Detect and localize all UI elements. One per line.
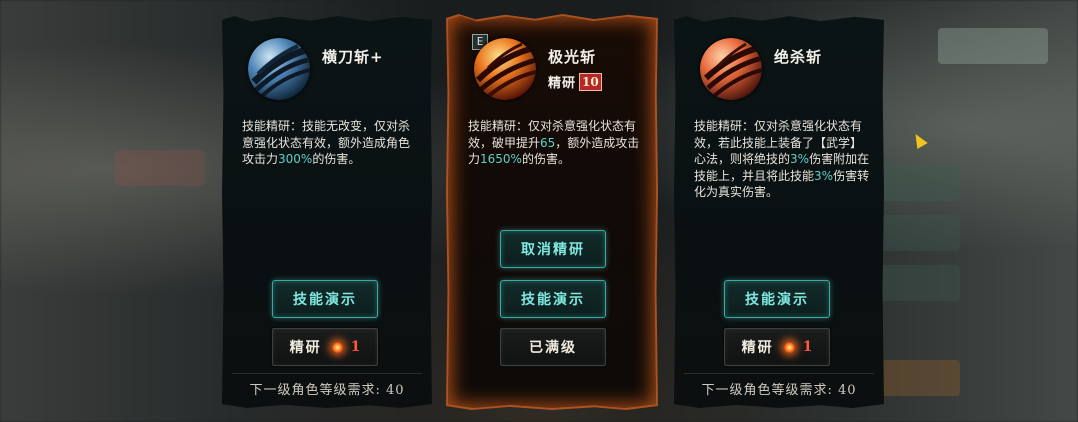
divider [232,373,422,374]
skill-name: 绝杀斩 [774,48,823,66]
skill-demo-button[interactable]: 技能演示 [272,280,378,318]
red-slash-skill-icon [700,38,762,100]
skill-demo-button[interactable]: 技能演示 [724,280,830,318]
background-panel [880,215,960,251]
background-panel [115,150,205,186]
refine-cost: 1 [802,339,813,355]
cancel-refine-button[interactable]: 取消精研 [500,230,606,268]
level-requirement: 下一级角色等级需求: 40 [701,383,857,398]
max-level-button: 已满级 [500,328,606,366]
skill-card-3[interactable]: 绝杀斩 技能精研：仅对杀意强化状态有效，若此技能上装备了【武学】心法，则将绝技的… [674,16,884,408]
background-panel [880,265,960,301]
refine-cost: 1 [350,339,361,355]
skill-description: 技能精研：技能无改变，仅对杀意强化状态有效，额外造成角色攻击力300%的伤害。 [242,119,411,166]
orange-fire-slash-skill-icon [474,38,536,100]
refine-button[interactable]: 精研 1 [724,328,830,366]
background-panel [880,360,960,396]
refine-orb-icon [331,341,343,353]
refine-level-badge: 10 [579,72,602,91]
skill-name: 横刀斩+ [322,48,384,66]
skill-card-2-selected[interactable]: E 极光斩 精研 10 技能精研：仅对杀意强化状态有效，破甲提升65，额外造成攻… [448,16,656,408]
skill-description: 技能精研：仅对杀意强化状态有效，若此技能上装备了【武学】心法，则将绝技的3%伤害… [694,119,870,199]
skill-demo-button[interactable]: 技能演示 [500,280,606,318]
skill-name: 极光斩 [548,48,597,66]
background-panel [880,165,960,201]
level-requirement: 下一级角色等级需求: 40 [249,383,405,398]
blue-slash-skill-icon [248,38,310,100]
skill-card-1[interactable]: 横刀斩+ 技能精研：技能无改变，仅对杀意强化状态有效，额外造成角色攻击力300%… [222,16,432,408]
background-panel [938,28,1048,64]
refine-orb-icon [783,341,795,353]
refine-button[interactable]: 精研 1 [272,328,378,366]
divider [684,373,874,374]
refine-label: 精研 [548,76,577,91]
refine-level-row: 精研 10 [548,72,602,91]
skill-description: 技能精研：仅对杀意强化状态有效，破甲提升65，额外造成攻击力1650%的伤害。 [468,119,640,166]
